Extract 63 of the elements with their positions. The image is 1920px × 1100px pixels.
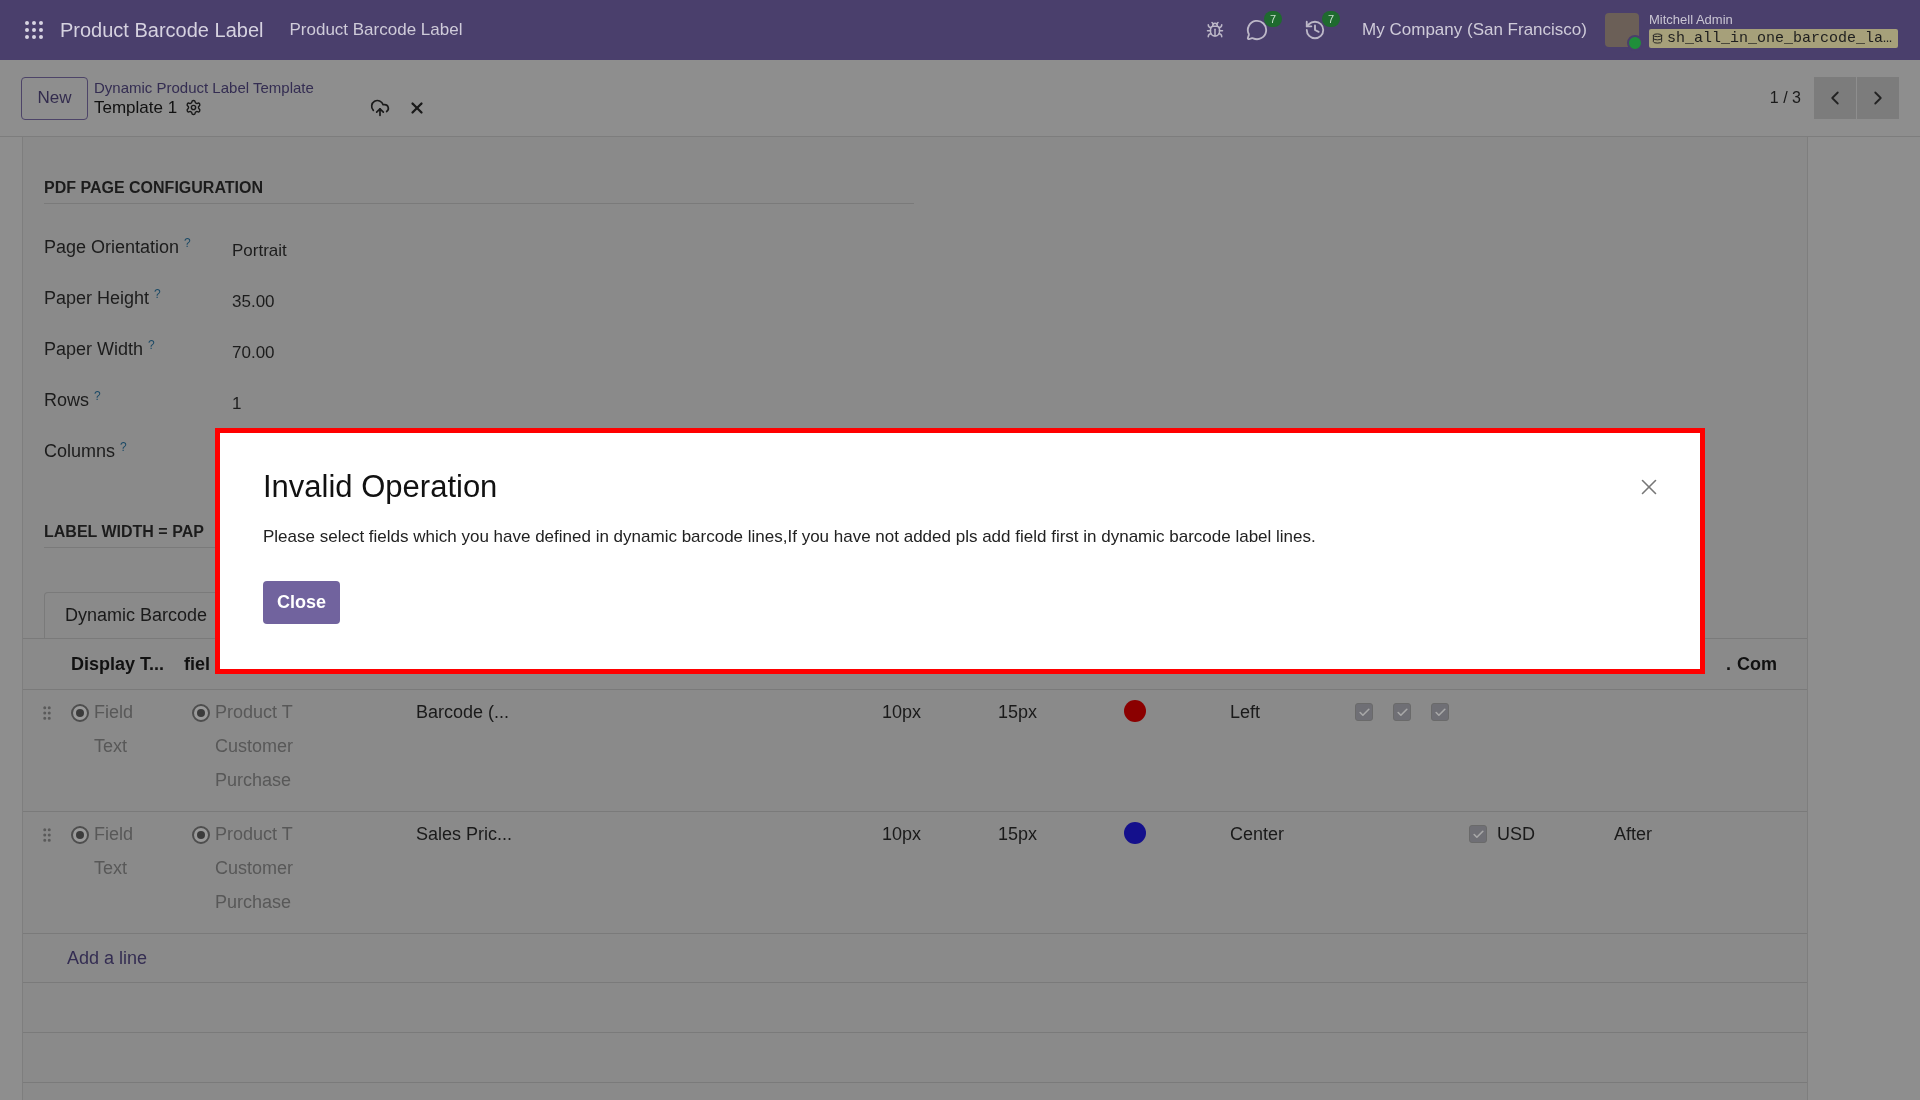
table-cell-text: 10px — [882, 824, 923, 845]
check-icon — [1471, 827, 1485, 841]
checkbox[interactable] — [1469, 825, 1487, 843]
table-cell-text: Sales Pric... — [416, 824, 514, 845]
radio-button[interactable] — [71, 825, 89, 844]
close-button[interactable]: Close — [263, 581, 340, 624]
table-cell-text: Left — [1230, 702, 1262, 723]
clock-icon[interactable] — [1304, 19, 1327, 41]
table-cell-text: USD — [1497, 824, 1536, 845]
dialog-title: Invalid Operation — [263, 469, 498, 505]
radio-button[interactable] — [192, 825, 210, 844]
column-header[interactable]: fiel — [184, 653, 210, 674]
breadcrumb-link[interactable]: Dynamic Product Label Template — [94, 78, 427, 96]
checkbox[interactable] — [1393, 703, 1411, 721]
column-header[interactable]: . — [1726, 653, 1731, 675]
radio-button[interactable] — [71, 703, 89, 722]
app-title: Product Barcode Label — [60, 18, 264, 42]
field-label: Paper Width — [44, 339, 144, 360]
record-name: Template 1 — [94, 97, 178, 118]
help-mark[interactable]: ? — [184, 236, 191, 251]
field-label: Paper Height — [44, 288, 150, 309]
table-cell-text: 15px — [998, 824, 1039, 845]
menu-item[interactable]: Product Barcode Label — [289, 20, 463, 40]
settings-icon[interactable] — [185, 99, 203, 116]
company-name[interactable]: My Company (San Francisco) — [1362, 20, 1587, 40]
user-avatar[interactable] — [1604, 13, 1639, 47]
database-icon — [1651, 33, 1663, 44]
field-label: Rows — [44, 390, 89, 411]
field-value[interactable]: 70.00 — [232, 336, 914, 363]
table-cell-text: Barcode (... — [416, 702, 511, 723]
user-name: Mitchell Admin — [1648, 12, 1734, 27]
column-header[interactable]: Com — [1737, 653, 1777, 675]
field-value[interactable]: 1 — [232, 387, 914, 414]
help-mark[interactable]: ? — [120, 440, 127, 455]
table-cell-text: 15px — [998, 702, 1039, 723]
radio-button[interactable] — [192, 703, 210, 722]
help-mark[interactable]: ? — [154, 287, 161, 302]
chat-icon[interactable] — [1246, 19, 1269, 41]
check-icon — [1433, 705, 1447, 719]
pager-counter: 1 / 3 — [1769, 89, 1801, 107]
checkbox[interactable] — [1431, 703, 1449, 721]
add-line-link[interactable]: Add a line — [67, 947, 148, 969]
activity-count: 7 — [1322, 11, 1341, 27]
database-name: sh_all_in_one_barcode_la… — [1648, 29, 1898, 48]
field-value[interactable]: 35.00 — [232, 285, 914, 312]
field-label: Page Orientation — [44, 237, 180, 258]
check-icon — [1357, 705, 1371, 719]
table-cell-text: 10px — [882, 702, 923, 723]
cloud-upload-icon[interactable] — [370, 97, 391, 118]
table-cell-text: After — [1614, 824, 1653, 845]
checkbox[interactable] — [1355, 703, 1373, 721]
bug-icon[interactable] — [1206, 21, 1225, 39]
new-button[interactable]: New — [21, 76, 88, 120]
help-mark[interactable]: ? — [94, 389, 101, 404]
table-cell-text: Center — [1230, 824, 1286, 845]
online-status-icon — [1626, 35, 1643, 51]
message-count: 7 — [1264, 11, 1283, 27]
help-mark[interactable]: ? — [148, 338, 155, 353]
field-value[interactable]: Portrait — [232, 234, 914, 261]
check-icon — [1395, 705, 1409, 719]
section-title: PDF PAGE CONFIGURATION — [44, 179, 914, 204]
apps-menu-icon[interactable] — [22, 18, 46, 42]
field-label: Columns — [44, 441, 116, 462]
